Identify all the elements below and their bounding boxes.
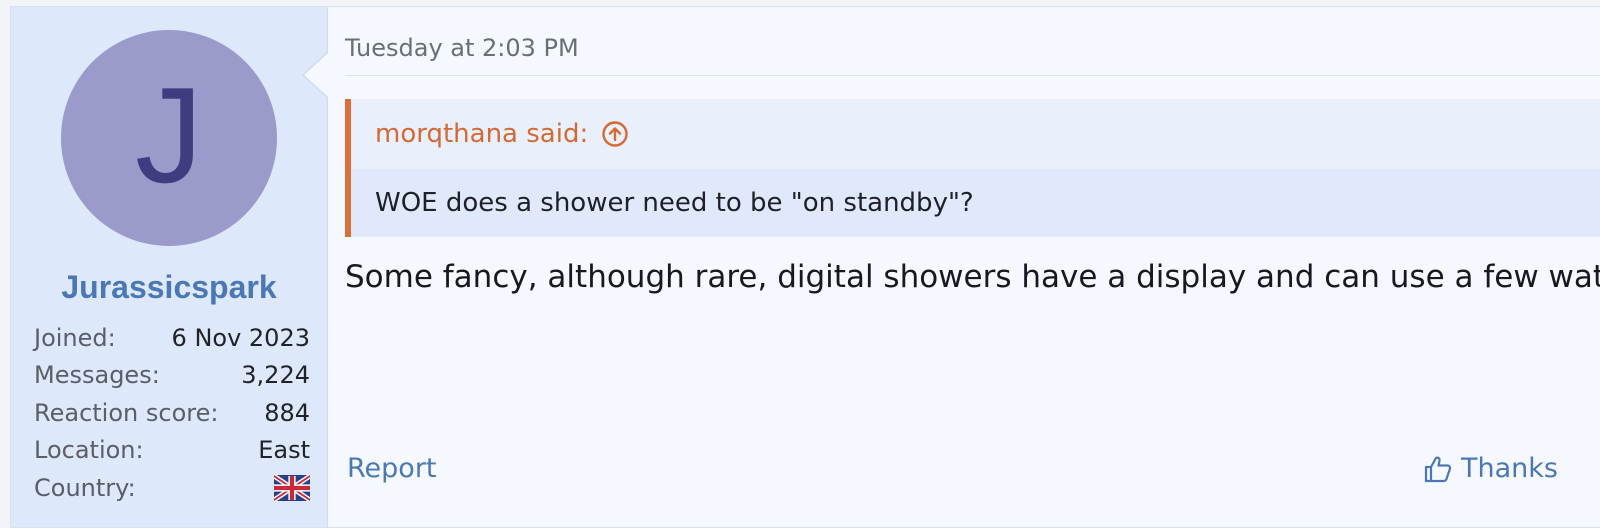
avatar[interactable]: J [61, 30, 277, 246]
post-main: Tuesday at 2:03 PM morqthana said: WOE d… [327, 7, 1600, 527]
quote-author[interactable]: morqthana said: [375, 119, 588, 149]
stat-value: 6 Nov 2023 [171, 323, 310, 352]
quote-block: morqthana said: WOE does a shower need t… [345, 99, 1600, 237]
stat-joined: Joined: 6 Nov 2023 [34, 319, 310, 357]
post-message: Some fancy, although rare, digital showe… [345, 259, 1600, 295]
thanks-button[interactable]: Thanks [1423, 453, 1558, 484]
stat-value: East [258, 436, 310, 465]
stat-messages: Messages: 3,224 [34, 357, 310, 395]
post-date[interactable]: Tuesday at 2:03 PM [345, 34, 579, 62]
user-sidebar: J Jurassicspark Joined: 6 Nov 2023 Messa… [11, 7, 328, 527]
divider [345, 75, 1600, 76]
quote-header[interactable]: morqthana said: [351, 99, 1600, 169]
forum-post: J Jurassicspark Joined: 6 Nov 2023 Messa… [10, 6, 1600, 528]
stat-location: Location: East [34, 432, 310, 470]
report-link[interactable]: Report [347, 453, 437, 484]
stat-label: Reaction score: [34, 398, 219, 427]
user-stats: Joined: 6 Nov 2023 Messages: 3,224 React… [34, 319, 310, 507]
stat-label: Location: [34, 436, 144, 465]
stat-label: Country: [34, 473, 136, 502]
quote-text: WOE does a shower need to be "on standby… [351, 169, 1600, 237]
post-pointer-fill [304, 53, 328, 97]
stat-country: Country: [34, 469, 310, 507]
arrow-up-circle-icon[interactable] [602, 121, 628, 147]
username-link[interactable]: Jurassicspark [11, 269, 327, 306]
avatar-letter: J [135, 59, 203, 211]
stat-label: Messages: [34, 361, 160, 390]
stat-label: Joined: [34, 323, 116, 352]
uk-flag-icon [274, 474, 310, 501]
thumbs-up-icon [1423, 454, 1453, 484]
stat-value: 884 [264, 398, 310, 427]
stat-reaction-score: Reaction score: 884 [34, 394, 310, 432]
stat-value: 3,224 [241, 361, 310, 390]
thanks-label: Thanks [1461, 453, 1558, 484]
